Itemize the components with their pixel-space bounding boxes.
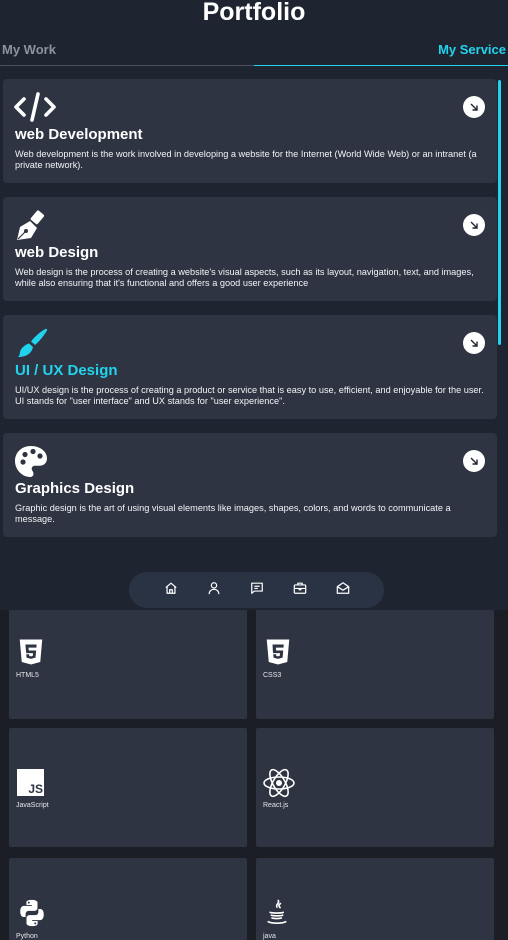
tab-bar: My Work My Service (0, 40, 508, 66)
mail-icon (336, 581, 350, 600)
service-card-ui-ux-design[interactable]: UI / UX Design UI/UX design is the proce… (3, 315, 497, 419)
skill-label: CSS3 (263, 672, 282, 679)
nav-home[interactable] (160, 579, 182, 601)
services-panel: Portfolio My Work My Service web Develop… (0, 0, 508, 610)
bottom-nav (129, 572, 384, 608)
service-description: UI/UX design is the process of creating … (15, 385, 484, 406)
nav-contact[interactable] (332, 579, 354, 601)
service-title: Graphics Design (15, 480, 135, 497)
html5-icon (16, 637, 46, 667)
skill-label: HTML5 (16, 672, 39, 679)
service-description: Web development is the work involved in … (15, 149, 477, 170)
java-icon (262, 898, 292, 928)
open-arrow-icon[interactable] (463, 96, 485, 118)
skill-label: JavaScript (16, 802, 49, 809)
scrollbar[interactable] (498, 80, 501, 345)
service-card-graphics-design[interactable]: Graphics Design Graphic design is the ar… (3, 433, 497, 537)
nav-portfolio[interactable] (289, 579, 311, 601)
css3-icon (263, 637, 293, 667)
home-icon (164, 581, 178, 600)
skill-card-react[interactable]: React.js (256, 728, 494, 847)
tab-my-work[interactable]: My Work (2, 42, 56, 57)
skill-card-javascript[interactable]: JS JavaScript (9, 728, 247, 847)
python-icon (17, 898, 47, 928)
nav-about[interactable] (203, 579, 225, 601)
open-arrow-icon[interactable] (463, 214, 485, 236)
tab-my-service[interactable]: My Service (438, 42, 506, 57)
skill-label: React.js (263, 802, 289, 809)
nav-messages[interactable] (246, 579, 268, 601)
react-icon (262, 767, 296, 799)
chat-icon (250, 581, 264, 600)
palette-icon (14, 445, 48, 477)
pen-nib-icon (14, 209, 48, 241)
active-tab-indicator (254, 65, 508, 66)
javascript-icon: JS (17, 769, 44, 796)
skill-card-java[interactable]: java (256, 858, 494, 940)
service-card-web-design[interactable]: web Design Web design is the process of … (3, 197, 497, 301)
open-arrow-icon[interactable] (463, 332, 485, 354)
briefcase-icon (293, 581, 307, 600)
skill-card-html5[interactable]: HTML5 (9, 600, 247, 719)
paintbrush-icon (14, 327, 48, 359)
service-title: web Design (15, 244, 99, 261)
page-title: Portfolio (202, 0, 306, 26)
service-title: web Development (15, 126, 143, 143)
service-title: UI / UX Design (15, 362, 118, 379)
service-card-web-development[interactable]: web Development Web development is the w… (3, 79, 497, 183)
code-icon (14, 91, 56, 123)
service-description: Web design is the process of creating a … (15, 267, 474, 288)
open-arrow-icon[interactable] (463, 450, 485, 472)
svg-text:JS: JS (28, 782, 43, 796)
skills-grid: HTML5 CSS3 JS JavaScript React.js Python… (0, 600, 508, 940)
skill-label: java (263, 933, 276, 940)
skill-card-python[interactable]: Python (9, 858, 247, 940)
skill-card-css3[interactable]: CSS3 (256, 600, 494, 719)
service-description: Graphic design is the art of using visua… (15, 503, 451, 524)
skill-label: Python (16, 933, 38, 940)
user-icon (207, 581, 221, 600)
